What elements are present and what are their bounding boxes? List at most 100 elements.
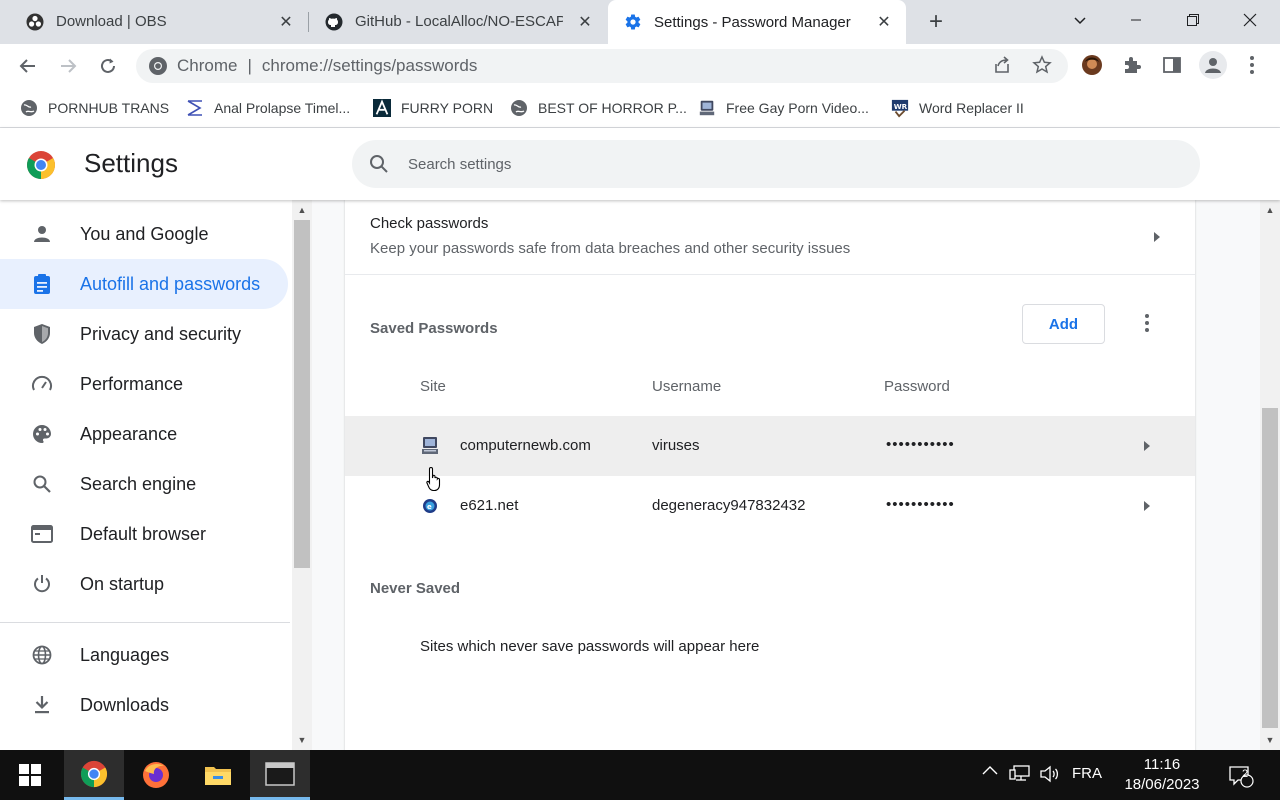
sidebar-item-label: Autofill and passwords (80, 273, 261, 294)
tab-settings[interactable]: Settings - Password Manager ✕ (608, 0, 906, 44)
power-icon (30, 572, 54, 596)
profile-avatar-icon[interactable] (1199, 51, 1227, 79)
close-window-button[interactable] (1222, 0, 1278, 40)
bookmark-item[interactable]: Anal Prolapse Timel... (186, 96, 350, 120)
taskbar-file-explorer[interactable] (188, 750, 248, 800)
divider (345, 274, 1195, 275)
address-bar[interactable]: Chrome | chrome://settings/passwords (136, 49, 1068, 83)
browser-icon (30, 522, 54, 546)
check-passwords-row[interactable]: Check passwords Keep your passwords safe… (345, 200, 1195, 274)
sidebar-item-autofill[interactable]: Autofill and passwords (0, 259, 288, 309)
bookmark-item[interactable]: Free Gay Porn Video... (698, 96, 869, 120)
e621-site-icon: e (420, 496, 440, 516)
tab-search-button[interactable] (1052, 0, 1108, 40)
menu-kebab-icon[interactable] (1240, 53, 1264, 77)
password-site: computernewb.com (460, 437, 591, 454)
sidebar-item-label: Default browser (80, 523, 207, 544)
main-scrollbar[interactable]: ▲ ▼ (1260, 200, 1280, 750)
share-icon[interactable] (990, 53, 1014, 77)
minimize-button[interactable] (1108, 0, 1164, 40)
arrow-right-icon[interactable] (1144, 501, 1150, 511)
volume-icon[interactable] (1038, 765, 1062, 783)
settings-body: You and Google Autofill and passwords Pr… (0, 200, 1280, 750)
main-scroll-thumb[interactable] (1262, 408, 1278, 728)
settings-sidebar: You and Google Autofill and passwords Pr… (0, 200, 292, 750)
settings-search[interactable] (352, 140, 1200, 188)
scroll-down-arrow-icon[interactable]: ▼ (1264, 734, 1276, 746)
taskbar-clock[interactable]: 11:16 18/06/2023 (1106, 755, 1218, 795)
bookmark-item[interactable]: PORNHUB TRANS (20, 96, 169, 120)
sidebar-item-label: You and Google (80, 223, 209, 244)
passwords-card: Check passwords Keep your passwords safe… (345, 200, 1195, 750)
restore-button[interactable] (1165, 0, 1221, 40)
tab-obs[interactable]: Download | OBS ✕ (0, 0, 308, 43)
page-title: Settings (84, 148, 178, 178)
clock-time: 11:16 (1143, 756, 1181, 773)
letter-a-logo-icon (373, 99, 391, 117)
close-tab-icon[interactable]: ✕ (874, 12, 894, 32)
chrome-site-icon (148, 56, 168, 76)
tab-title: Download | OBS (56, 13, 167, 30)
sidebar-item-languages[interactable]: Languages (0, 630, 288, 680)
arrow-right-icon[interactable] (1144, 441, 1150, 451)
search-input[interactable] (408, 155, 1108, 173)
settings-gear-icon (624, 13, 642, 31)
check-passwords-subtitle: Keep your passwords safe from data breac… (370, 240, 851, 257)
address-scheme: Chrome (177, 56, 238, 75)
sidebar-item-privacy[interactable]: Privacy and security (0, 309, 288, 359)
sidebar-item-performance[interactable]: Performance (0, 359, 288, 409)
sidebar-item-default-browser[interactable]: Default browser (0, 509, 288, 559)
scroll-up-arrow-icon[interactable]: ▲ (1264, 204, 1276, 216)
globe-icon (510, 99, 528, 117)
sidebar-item-label: Search engine (80, 473, 197, 494)
new-tab-button[interactable]: + (922, 8, 950, 36)
scroll-up-arrow-icon[interactable]: ▲ (296, 204, 308, 216)
taskbar-chrome[interactable] (64, 750, 124, 800)
sidebar-scroll-thumb[interactable] (294, 220, 310, 568)
sidebar-item-on-startup[interactable]: On startup (0, 559, 288, 609)
input-language[interactable]: FRA (1068, 765, 1106, 782)
arrow-right-icon (1154, 232, 1160, 242)
sidebar-item-label: Downloads (80, 694, 170, 715)
sidebar-item-search-engine[interactable]: Search engine (0, 459, 288, 509)
bookmark-item[interactable]: WR Word Replacer II (891, 96, 1024, 120)
computer-site-icon (420, 436, 440, 456)
bookmark-label: Free Gay Porn Video... (726, 100, 869, 116)
close-tab-icon[interactable]: ✕ (276, 12, 296, 32)
forward-button[interactable] (52, 50, 84, 82)
sidebar-item-downloads[interactable]: Downloads (0, 680, 288, 730)
person-icon (30, 222, 54, 246)
notification-count: 2 (1242, 768, 1249, 780)
sidebar-item-appearance[interactable]: Appearance (0, 409, 288, 459)
taskbar-firefox[interactable] (126, 750, 186, 800)
bookmark-item[interactable]: BEST OF HORROR P... (510, 96, 687, 120)
scroll-down-arrow-icon[interactable]: ▼ (296, 734, 308, 746)
back-button[interactable] (12, 50, 44, 82)
timeline-icon (186, 99, 204, 117)
bookmark-label: Word Replacer II (919, 100, 1024, 116)
taskbar-window-app[interactable] (250, 750, 310, 800)
sidebar-item-label: Languages (80, 644, 170, 665)
never-saved-empty-text: Sites which never save passwords will ap… (420, 638, 760, 655)
column-header-password: Password (884, 378, 950, 395)
close-tab-icon[interactable]: ✕ (575, 12, 595, 32)
password-row[interactable]: computernewb.com viruses ••••••••••• (345, 416, 1195, 476)
search-icon (30, 472, 54, 496)
extensions-puzzle-icon[interactable] (1120, 53, 1144, 77)
reload-button[interactable] (92, 50, 124, 82)
sidebar-item-you-and-google[interactable]: You and Google (0, 209, 288, 259)
tab-github[interactable]: GitHub - LocalAlloc/NO-ESCAPE: ✕ (309, 0, 607, 43)
sidebar-item-label: On startup (80, 573, 165, 594)
add-password-button[interactable]: Add (1022, 304, 1105, 344)
notification-center-icon[interactable]: 2 (1226, 763, 1256, 789)
bookmark-star-icon[interactable] (1030, 53, 1054, 77)
side-panel-icon[interactable] (1160, 53, 1184, 77)
chevron-up-icon[interactable] (980, 765, 1000, 775)
sidebar-scrollbar[interactable]: ▲ ▼ (292, 200, 312, 750)
windows-start-button[interactable] (0, 750, 60, 800)
extension-avatar-icon[interactable] (1080, 53, 1104, 77)
more-actions-icon[interactable] (1135, 311, 1159, 335)
bookmark-item[interactable]: FURRY PORN (373, 96, 493, 120)
password-row[interactable]: e e621.net degeneracy947832432 •••••••••… (345, 476, 1195, 536)
network-icon[interactable] (1008, 765, 1032, 783)
